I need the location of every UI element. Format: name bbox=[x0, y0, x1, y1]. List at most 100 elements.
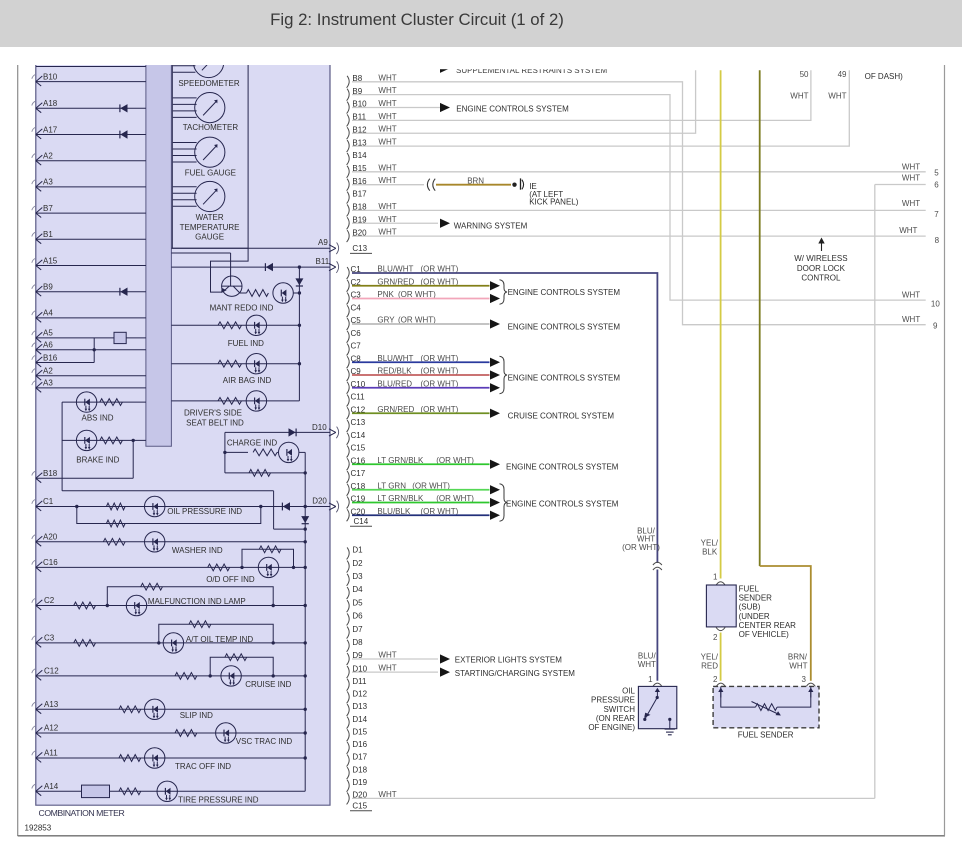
svg-text:A20: A20 bbox=[43, 532, 58, 541]
svg-text:TIRE PRESSURE IND: TIRE PRESSURE IND bbox=[178, 795, 259, 804]
svg-text:D1: D1 bbox=[352, 546, 363, 555]
svg-text:D2: D2 bbox=[352, 559, 363, 568]
svg-text:A3: A3 bbox=[43, 178, 53, 187]
svg-text:WHT: WHT bbox=[902, 173, 920, 182]
svg-text:(SUB): (SUB) bbox=[739, 603, 761, 612]
svg-text:GAUGE: GAUGE bbox=[195, 233, 224, 242]
svg-text:C4: C4 bbox=[351, 303, 362, 312]
svg-text:BRAKE IND: BRAKE IND bbox=[76, 455, 119, 464]
svg-text:ENGINE CONTROLS SYSTEM: ENGINE CONTROLS SYSTEM bbox=[456, 104, 569, 113]
svg-text:WHT: WHT bbox=[828, 92, 846, 101]
svg-text:YEL/: YEL/ bbox=[701, 539, 719, 548]
svg-text:D18: D18 bbox=[352, 765, 367, 774]
svg-text:A12: A12 bbox=[44, 724, 59, 733]
svg-text:(UNDER: (UNDER bbox=[739, 612, 770, 621]
svg-text:9: 9 bbox=[933, 321, 938, 330]
svg-text:SENDER: SENDER bbox=[739, 594, 773, 603]
svg-text:B10: B10 bbox=[43, 72, 58, 81]
svg-text:D7: D7 bbox=[352, 625, 363, 634]
svg-text:BRN: BRN bbox=[467, 176, 484, 185]
svg-text:AIR BAG IND: AIR BAG IND bbox=[223, 376, 272, 385]
svg-text:MANT REDO IND: MANT REDO IND bbox=[210, 303, 274, 312]
svg-text:VSC TRAC IND: VSC TRAC IND bbox=[236, 737, 293, 746]
svg-text:7: 7 bbox=[934, 210, 939, 219]
svg-text:C17: C17 bbox=[351, 469, 366, 478]
svg-text:A11: A11 bbox=[44, 749, 58, 758]
svg-text:DRIVER'S SIDE: DRIVER'S SIDE bbox=[184, 409, 242, 418]
svg-text:B17: B17 bbox=[352, 190, 367, 199]
svg-text:WHT: WHT bbox=[378, 73, 396, 82]
svg-text:ENGINE CONTROLS SYSTEM: ENGINE CONTROLS SYSTEM bbox=[508, 374, 621, 383]
svg-text:D6: D6 bbox=[352, 612, 363, 621]
svg-text:WHT: WHT bbox=[378, 790, 396, 799]
svg-text:ENGINE CONTROLS SYSTEM: ENGINE CONTROLS SYSTEM bbox=[508, 323, 621, 332]
svg-text:A2: A2 bbox=[43, 367, 53, 376]
svg-text:D20: D20 bbox=[312, 497, 327, 506]
svg-text:2: 2 bbox=[713, 675, 718, 684]
svg-text:B9: B9 bbox=[43, 283, 53, 292]
svg-text:A6: A6 bbox=[43, 341, 53, 350]
svg-text:WHT: WHT bbox=[902, 315, 920, 324]
svg-text:WHT: WHT bbox=[790, 92, 808, 101]
svg-text:49: 49 bbox=[838, 70, 847, 79]
svg-text:WATER: WATER bbox=[196, 213, 224, 222]
svg-text:BLK: BLK bbox=[702, 547, 718, 556]
svg-text:KICK PANEL): KICK PANEL) bbox=[529, 197, 579, 206]
svg-text:WHT: WHT bbox=[378, 112, 396, 121]
svg-text:A5: A5 bbox=[43, 329, 53, 338]
svg-text:3: 3 bbox=[801, 675, 806, 684]
svg-text:D5: D5 bbox=[352, 598, 363, 607]
svg-text:D12: D12 bbox=[352, 690, 367, 699]
svg-text:B11: B11 bbox=[316, 257, 330, 266]
svg-text:OF VEHICLE): OF VEHICLE) bbox=[739, 630, 790, 639]
svg-text:C15: C15 bbox=[351, 444, 366, 453]
svg-text:(OR WHT): (OR WHT) bbox=[622, 543, 660, 552]
svg-text:CENTER REAR: CENTER REAR bbox=[739, 621, 797, 630]
svg-text:STARTING/CHARGING SYSTEM: STARTING/CHARGING SYSTEM bbox=[455, 669, 575, 678]
svg-text:A18: A18 bbox=[43, 99, 58, 108]
svg-text:C11: C11 bbox=[351, 393, 366, 402]
svg-text:EXTERIOR LIGHTS SYSTEM: EXTERIOR LIGHTS SYSTEM bbox=[455, 656, 562, 665]
svg-text:WHT: WHT bbox=[902, 162, 920, 171]
svg-text:A15: A15 bbox=[43, 256, 58, 265]
svg-text:OF ENGINE): OF ENGINE) bbox=[588, 723, 635, 732]
svg-text:D19: D19 bbox=[352, 778, 367, 787]
svg-text:D4: D4 bbox=[352, 585, 363, 594]
svg-text:D16: D16 bbox=[352, 740, 367, 749]
svg-text:CONTROL: CONTROL bbox=[801, 273, 841, 282]
svg-text:WASHER IND: WASHER IND bbox=[172, 546, 223, 555]
svg-text:ENGINE CONTROLS SYSTEM: ENGINE CONTROLS SYSTEM bbox=[508, 288, 621, 297]
svg-text:ABS IND: ABS IND bbox=[81, 414, 113, 423]
svg-text:SLIP IND: SLIP IND bbox=[180, 711, 213, 720]
svg-text:WHT: WHT bbox=[378, 176, 396, 185]
svg-text:C7: C7 bbox=[351, 342, 362, 351]
svg-text:(ON REAR: (ON REAR bbox=[596, 714, 635, 723]
svg-text:SPEEDOMETER: SPEEDOMETER bbox=[178, 79, 240, 88]
svg-text:WHT: WHT bbox=[789, 661, 807, 670]
svg-text:WHT: WHT bbox=[638, 660, 656, 669]
svg-text:A9: A9 bbox=[318, 238, 328, 247]
svg-text:ENGINE CONTROLS SYSTEM: ENGINE CONTROLS SYSTEM bbox=[506, 499, 619, 508]
svg-text:5: 5 bbox=[934, 169, 939, 178]
svg-text:D3: D3 bbox=[352, 572, 363, 581]
svg-text:B1: B1 bbox=[43, 230, 53, 239]
svg-text:RED: RED bbox=[701, 661, 718, 670]
svg-text:DOOR LOCK: DOOR LOCK bbox=[797, 264, 846, 273]
svg-text:192853: 192853 bbox=[25, 824, 52, 833]
svg-text:MALFUNCTION IND LAMP: MALFUNCTION IND LAMP bbox=[148, 597, 246, 606]
svg-text:WHT: WHT bbox=[378, 215, 396, 224]
svg-text:WHT: WHT bbox=[378, 228, 396, 237]
svg-text:A17: A17 bbox=[43, 125, 58, 134]
svg-text:A/T OIL TEMP IND: A/T OIL TEMP IND bbox=[186, 635, 254, 644]
svg-text:C14: C14 bbox=[351, 431, 366, 440]
svg-text:C1: C1 bbox=[43, 497, 54, 506]
svg-text:B18: B18 bbox=[43, 469, 58, 478]
svg-text:WARNING SYSTEM: WARNING SYSTEM bbox=[454, 222, 528, 231]
svg-text:1: 1 bbox=[713, 572, 718, 581]
svg-text:2: 2 bbox=[713, 633, 718, 642]
svg-text:WHT: WHT bbox=[378, 86, 396, 95]
svg-text:OF DASH): OF DASH) bbox=[865, 72, 904, 81]
svg-text:A2: A2 bbox=[43, 152, 53, 161]
svg-text:8: 8 bbox=[935, 236, 940, 245]
svg-text:D14: D14 bbox=[352, 715, 367, 724]
